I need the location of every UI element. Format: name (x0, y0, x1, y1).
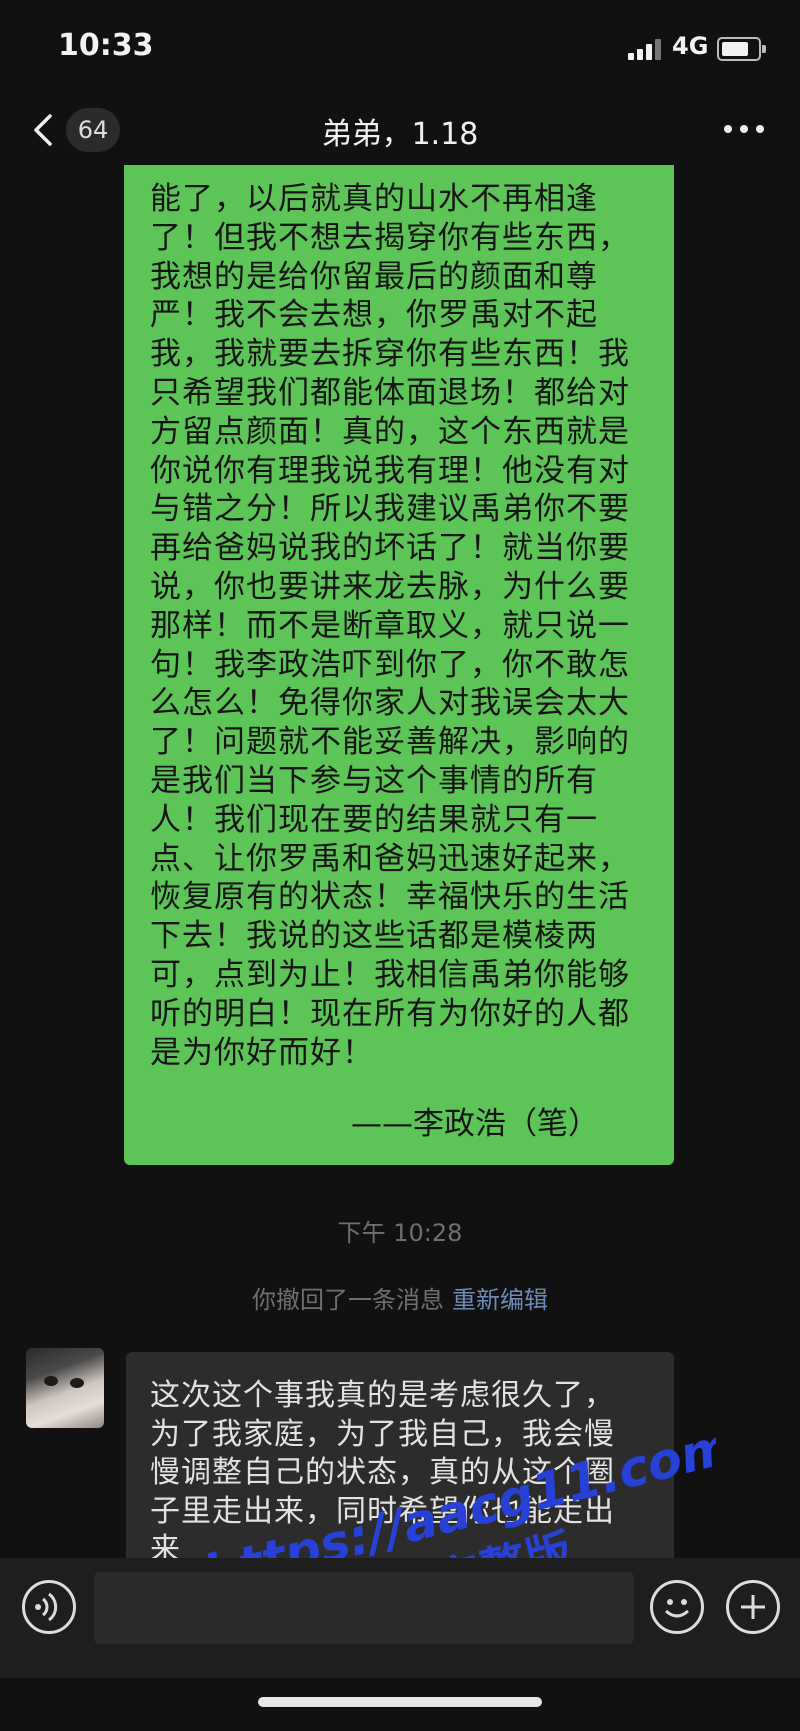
re-edit-link[interactable]: 重新编辑 (452, 1286, 548, 1314)
sent-message-bubble[interactable]: 能了，以后就真的山水不再相逢 了！但我不想去揭穿你有些东西， 我想的是给你留最后的颜… (124, 165, 674, 1165)
message-line: 这次这个事我真的是考虑很久了， (150, 1378, 615, 1413)
recall-notice-text: 你撤回了一条消息 (252, 1286, 444, 1314)
input-bar (0, 1558, 800, 1678)
chat-title: 弟弟，1.18 (321, 117, 479, 152)
message-input[interactable] (94, 1572, 634, 1644)
chat-header: 64 弟弟，1.18 (0, 95, 800, 165)
more-icon[interactable] (724, 125, 764, 135)
recall-notice: 你撤回了一条消息 重新编辑 (0, 1280, 800, 1315)
emoji-icon[interactable] (650, 1580, 704, 1634)
network-label: 4G (672, 32, 709, 60)
status-bar: 10:33 4G (0, 0, 800, 95)
message-signature: ——李政浩（笔） (351, 1106, 599, 1142)
voice-icon[interactable] (22, 1580, 76, 1634)
battery-icon (717, 37, 766, 61)
status-time: 10:33 (58, 28, 154, 63)
avatar[interactable] (26, 1348, 104, 1428)
signal-icon (628, 38, 668, 60)
message-timestamp: 下午 10:28 (337, 1219, 463, 1247)
plus-icon[interactable] (726, 1580, 780, 1634)
message-line: 是为你好而好！ (150, 1034, 374, 1071)
message-line: 来 (150, 1532, 181, 1562)
home-indicator[interactable] (258, 1697, 542, 1707)
